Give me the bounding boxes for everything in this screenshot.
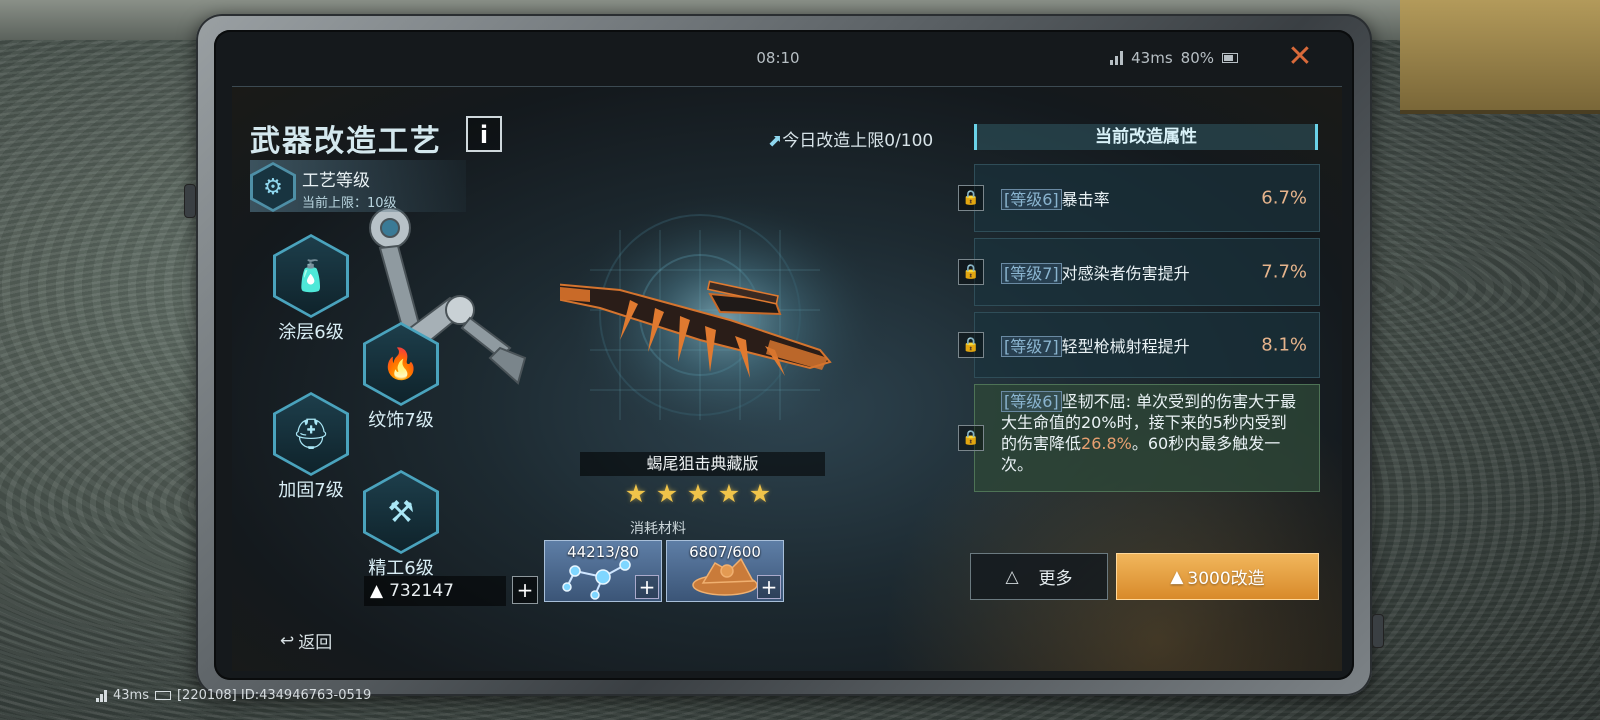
status-bar: 08:10 43ms 80% xyxy=(218,44,1338,74)
info-button[interactable]: i xyxy=(466,116,502,152)
close-button[interactable]: ✕ xyxy=(1284,42,1316,74)
flame-icon: 🔥 xyxy=(366,325,436,403)
attribute-box: [等级6] 暴击率 6.7% xyxy=(974,164,1320,232)
mod-coating-label: 涂层6级 xyxy=(278,322,344,343)
close-icon: ✕ xyxy=(1287,39,1313,74)
lock-icon[interactable]: 🔒 xyxy=(958,259,984,285)
footer-status: 43ms [220108] ID:434946763-0519 xyxy=(96,688,371,703)
gear-icon: ⚙ xyxy=(253,165,293,209)
material-1-count: 44213/80 xyxy=(567,543,639,561)
signal-icon xyxy=(96,689,107,702)
footer-id: [220108] ID:434946763-0519 xyxy=(176,688,372,703)
material-2-add-button[interactable]: + xyxy=(757,575,781,599)
star-icon: ★ xyxy=(655,479,679,508)
back-label: 返回 xyxy=(298,633,333,653)
material-1-add-button[interactable]: + xyxy=(635,575,659,599)
attribute-value: 6.7% xyxy=(1261,187,1307,209)
attribute-level-tag: [等级7] xyxy=(1001,263,1062,284)
drill-icon: ⚒ xyxy=(366,473,436,551)
mod-precision-badge: ⚒ xyxy=(363,470,439,554)
attribute-row: [等级6] 暴击率 6.7% 🔒 xyxy=(958,164,1320,232)
attribute-level-tag: [等级6] xyxy=(1001,391,1062,412)
up-arrow-icon: ⬈ xyxy=(768,131,783,151)
more-button[interactable]: △ 更多 xyxy=(970,553,1108,600)
currency-amount: 732147 xyxy=(389,581,454,601)
frame-clip-left xyxy=(184,184,196,218)
materials-label: 消耗材料 xyxy=(630,521,686,537)
material-slot-1[interactable]: 44213/80 + xyxy=(544,540,662,602)
spray-can-icon: 🧴 xyxy=(276,237,346,315)
craft-level-limit: 当前上限：10级 xyxy=(302,196,397,211)
star-icon: ★ xyxy=(717,479,741,508)
frame-clip-right xyxy=(1372,614,1384,648)
background-crate xyxy=(1400,0,1600,114)
attribute-name: 轻型枪械射程提升 xyxy=(1061,337,1190,356)
attribute-text: [等级7] 轻型枪械射程提升 xyxy=(1001,333,1190,357)
more-label: 更多 xyxy=(1038,569,1073,589)
signal-icon xyxy=(1110,51,1124,65)
modify-label: 3000改造 xyxy=(1187,569,1265,589)
attribute-name: 对感染者伤害提升 xyxy=(1061,264,1190,283)
mod-reinforce-badge: ⛑ xyxy=(273,392,349,476)
star-icon: ★ xyxy=(686,479,710,508)
attribute-value: 7.7% xyxy=(1261,261,1307,283)
lock-icon[interactable]: 🔒 xyxy=(958,185,984,211)
lock-icon[interactable]: 🔒 xyxy=(958,425,984,451)
attributes-header: 当前改造属性 xyxy=(974,124,1318,150)
craft-level-label: 工艺等级 xyxy=(302,171,370,191)
star-icon: ★ xyxy=(624,479,648,508)
mod-decoration[interactable]: 🔥 纹饰7级 xyxy=(356,322,446,432)
attribute-description: [等级6] 坚韧不屈: 单次受到的伤害大于最大生命值的20%时，接下来的5秒内受到… xyxy=(1001,391,1299,475)
attribute-desc-value: 26.8% xyxy=(1081,434,1132,453)
weapon-stars: ★ ★ ★ ★ ★ xyxy=(624,479,772,508)
mod-coating-badge: 🧴 xyxy=(273,234,349,318)
weapon-display xyxy=(560,190,890,450)
attribute-text: [等级7] 对感染者伤害提升 xyxy=(1001,260,1190,284)
attribute-value: 8.1% xyxy=(1261,334,1307,356)
mod-reinforce-label: 加固7级 xyxy=(278,480,344,501)
back-button[interactable]: ↩ 返回 xyxy=(280,628,333,654)
mod-decoration-label: 纹饰7级 xyxy=(368,410,434,431)
currency-add-button[interactable]: + xyxy=(512,576,538,604)
battery-icon xyxy=(1222,53,1238,63)
back-arrow-icon: ↩ xyxy=(280,630,295,651)
craft-level-badge: ⚙ xyxy=(250,162,296,212)
battery-text: 80% xyxy=(1180,49,1214,67)
weapon-name: 蝎尾狙击典藏版 xyxy=(580,452,825,476)
modify-button[interactable]: ▲ 3000改造 xyxy=(1116,553,1319,600)
attribute-row: [等级7] 对感染者伤害提升 7.7% 🔒 xyxy=(958,238,1320,306)
footer-ping: 43ms xyxy=(113,688,149,703)
welding-mask-icon: ⛑ xyxy=(276,395,346,473)
mod-reinforce[interactable]: ⛑ 加固7级 xyxy=(266,392,356,502)
ping-text: 43ms xyxy=(1131,49,1173,67)
crystal-icon: ▲ xyxy=(1170,566,1184,587)
star-icon: ★ xyxy=(748,479,772,508)
daily-limit: ⬈今日改造上限0/100 xyxy=(768,126,933,151)
attribute-box: [等级7] 轻型枪械射程提升 8.1% xyxy=(974,312,1320,378)
battery-icon xyxy=(154,691,171,700)
attribute-box: [等级7] 对感染者伤害提升 7.7% xyxy=(974,238,1320,306)
lock-icon[interactable]: 🔒 xyxy=(958,332,984,358)
page-title: 武器改造工艺 xyxy=(250,124,442,159)
mod-precision[interactable]: ⚒ 精工6级 xyxy=(356,470,446,580)
mod-decoration-badge: 🔥 xyxy=(363,322,439,406)
attribute-text: [等级6] 暴击率 xyxy=(1001,186,1110,210)
status-indicators: 43ms 80% xyxy=(1110,49,1238,67)
attribute-level-tag: [等级6] xyxy=(1001,189,1062,210)
attribute-row-special: [等级6] 坚韧不屈: 单次受到的伤害大于最大生命值的20%时，接下来的5秒内受到… xyxy=(958,384,1320,492)
attribute-level-tag: [等级7] xyxy=(1001,336,1062,357)
material-slot-2[interactable]: 6807/600 + xyxy=(666,540,784,602)
attribute-name: 暴击率 xyxy=(1061,190,1110,209)
triangle-up-icon: △ xyxy=(1005,566,1019,587)
attribute-row: [等级7] 轻型枪械射程提升 8.1% 🔒 xyxy=(958,312,1320,378)
currency-display: ▲ 732147 xyxy=(364,576,506,606)
mod-coating[interactable]: 🧴 涂层6级 xyxy=(266,234,356,344)
material-2-count: 6807/600 xyxy=(689,543,761,561)
daily-limit-text: 今日改造上限0/100 xyxy=(782,131,934,151)
craft-level: ⚙ 工艺等级 当前上限：10级 xyxy=(250,160,466,212)
attribute-box: [等级6] 坚韧不屈: 单次受到的伤害大于最大生命值的20%时，接下来的5秒内受到… xyxy=(974,384,1320,492)
crystal-icon: ▲ xyxy=(370,581,384,601)
